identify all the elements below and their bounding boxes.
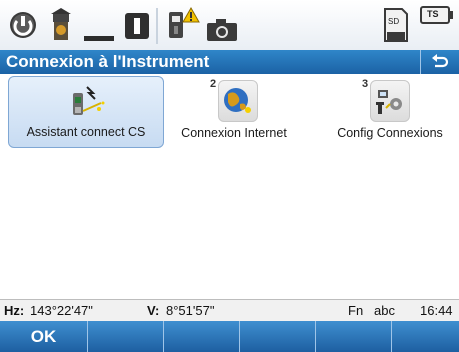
title-bar: Connexion à l'Instrument <box>0 50 459 74</box>
ts-battery-icon[interactable]: TS <box>420 6 454 24</box>
power-icon[interactable] <box>8 10 38 40</box>
tile-label: Assistant connect CS <box>26 125 146 139</box>
tile-config-connexions[interactable]: 3 Config Connexions <box>326 76 454 148</box>
menu-tiles: Assistant connect CS 2 Connexion Interne… <box>0 74 459 299</box>
input-mode: abc <box>374 303 395 318</box>
softkey-f5[interactable] <box>316 321 392 352</box>
sd-card-label: SD <box>388 17 400 26</box>
softkey-f3[interactable] <box>164 321 240 352</box>
toolbar-separator <box>156 8 158 44</box>
fn-indicator: Fn <box>348 303 364 318</box>
ts-battery-label: TS <box>427 9 439 19</box>
connection-settings-icon: 3 <box>362 78 410 122</box>
tile-label: Connexion Internet <box>181 126 287 140</box>
surveyor-icon[interactable] <box>45 6 77 44</box>
page-title: Connexion à l'Instrument <box>6 52 210 71</box>
prism-icon[interactable] <box>124 12 150 40</box>
bubble-level-icon[interactable] <box>84 30 114 41</box>
ok-label: OK <box>30 326 57 346</box>
sd-card-icon[interactable]: SD <box>382 8 410 42</box>
softkey-bar: OK <box>0 321 459 352</box>
v-label: V: <box>147 303 160 318</box>
cs-connect-wizard-icon <box>65 81 111 123</box>
hz-label: Hz: <box>4 303 25 318</box>
tile-assistant-connect-cs[interactable]: Assistant connect CS <box>8 76 164 148</box>
back-arrow-icon <box>432 54 449 68</box>
measurement-status-line: Hz: 143°22'47" V: 8°51'57" Fn abc 16:44 <box>0 299 459 322</box>
tile-badge: 2 <box>210 78 217 90</box>
softkey-f6[interactable] <box>392 321 459 352</box>
clock: 16:44 <box>420 303 453 318</box>
softkey-f4[interactable] <box>240 321 316 352</box>
status-toolbar: SD TS <box>0 0 459 51</box>
tile-badge: 3 <box>362 78 369 90</box>
tile-connexion-internet[interactable]: 2 Connexion Internet <box>174 76 294 148</box>
instrument-warning-icon[interactable] <box>165 6 201 42</box>
v-value: 8°51'57" <box>166 303 215 318</box>
back-button[interactable] <box>420 50 459 74</box>
camera-icon[interactable] <box>206 18 238 42</box>
hz-value: 143°22'47" <box>30 303 93 318</box>
internet-globe-icon: 2 <box>210 78 258 122</box>
tile-label: Config Connexions <box>337 126 443 140</box>
ok-softkey[interactable]: OK <box>0 321 88 352</box>
softkey-f2[interactable] <box>88 321 164 352</box>
